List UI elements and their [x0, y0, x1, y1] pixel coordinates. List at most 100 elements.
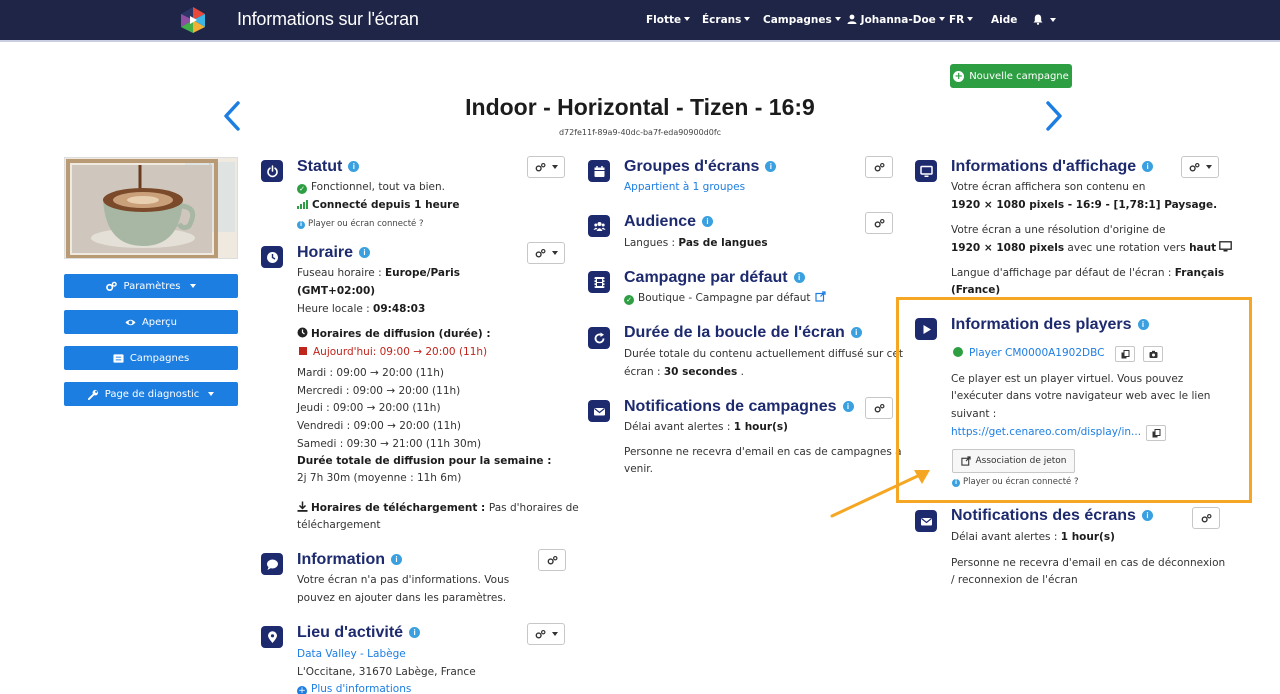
caret-down-icon — [834, 17, 841, 21]
top-navbar: Informations sur l'écran Flotte Écrans C… — [0, 0, 1280, 42]
info-icon[interactable]: i — [1141, 510, 1153, 521]
copy-player-id-button[interactable] — [1115, 346, 1135, 362]
players-text: Ce player est un player virtuel. Vous po… — [951, 373, 1184, 385]
app-title: Informations sur l'écran — [237, 9, 419, 29]
external-link-icon — [960, 456, 971, 466]
comment-icon — [261, 553, 283, 575]
info-icon: i — [297, 221, 305, 229]
film-icon — [588, 271, 610, 293]
camera-icon — [1149, 350, 1157, 358]
nav-flotte[interactable]: Flotte — [646, 14, 691, 26]
copy-url-button[interactable] — [1146, 425, 1166, 441]
statut-title: Statut i — [297, 158, 360, 176]
more-info-link[interactable]: + Plus d'informations — [297, 682, 411, 694]
page-title: Indoor - Horizontal - Tizen - 16:9 — [465, 94, 815, 120]
today-schedule: Aujourd'hui: 09:00 → 20:00 (11h) — [299, 345, 487, 359]
lieu-name-link[interactable]: Data Valley - Labège — [297, 647, 406, 661]
horaire-title: Horaire i — [297, 244, 371, 262]
players-title: Information des players i — [951, 316, 1149, 334]
info-icon[interactable]: i — [1142, 161, 1154, 172]
affichage-text: Votre écran a une résolution d'origine d… — [951, 224, 1166, 236]
nav-language[interactable]: FR — [949, 14, 974, 26]
envelope-icon — [588, 400, 610, 422]
new-campaign-button[interactable]: + Nouvelle campagne — [950, 64, 1072, 88]
boucle-title: Durée de la boucle de l'écran i — [624, 324, 862, 342]
notif-campagnes-settings-button[interactable] — [865, 397, 893, 419]
players-text: suivant : — [951, 408, 997, 420]
caret-down-icon — [1049, 18, 1056, 22]
weekly-total-value: 2j 7h 30m (moyenne : 11h 6m) — [297, 472, 462, 484]
info-icon[interactable]: i — [348, 161, 360, 172]
diagnostic-page-dropdown-button[interactable]: Page de diagnostic — [64, 382, 238, 406]
statut-status: ✓ Fonctionnel, tout va bien. — [297, 180, 445, 194]
new-campaign-label: Nouvelle campagne — [969, 70, 1069, 82]
screen-preview-thumbnail[interactable] — [64, 157, 238, 259]
notif-ecrans-delay: Délai avant alertes : 1 hour(s) — [951, 531, 1115, 543]
affichage-settings-button[interactable] — [1181, 156, 1219, 178]
external-link-icon[interactable] — [814, 291, 826, 302]
info-icon[interactable]: i — [842, 401, 854, 412]
caret-down-icon — [967, 17, 974, 21]
gears-icon — [535, 629, 545, 638]
info-icon[interactable]: i — [765, 161, 777, 172]
caret-down-icon — [551, 165, 558, 169]
play-icon — [915, 318, 937, 340]
schedule-day: Mardi : 09:00 → 20:00 (11h) — [297, 367, 444, 379]
info-icon[interactable]: i — [409, 627, 421, 638]
screenshot-button[interactable] — [1143, 346, 1163, 362]
info-icon[interactable]: i — [359, 247, 371, 258]
envelope-icon — [915, 510, 937, 532]
caret-down-icon — [1205, 165, 1212, 169]
notif-ecrans-settings-button[interactable] — [1192, 507, 1220, 529]
groupes-settings-button[interactable] — [865, 156, 893, 178]
groupes-link[interactable]: Appartient à 1 groupes — [624, 180, 745, 194]
nav-aide[interactable]: Aide — [991, 14, 1017, 26]
statut-help-link[interactable]: i Player ou écran connecté ? — [297, 219, 423, 229]
information-settings-button[interactable] — [538, 549, 566, 571]
download-icon — [297, 501, 308, 512]
statut-settings-button[interactable] — [527, 156, 565, 178]
clock-icon — [261, 246, 283, 268]
apercu-button[interactable]: Aperçu — [64, 310, 238, 334]
lieu-settings-button[interactable] — [527, 623, 565, 645]
caret-down-icon — [551, 632, 558, 636]
list-icon — [113, 353, 124, 363]
stop-square-icon — [299, 347, 307, 355]
info-icon[interactable]: i — [702, 216, 714, 227]
campagnes-button[interactable]: Campagnes — [64, 346, 238, 370]
parametres-dropdown-button[interactable]: Paramètres — [64, 274, 238, 298]
info-icon[interactable]: i — [793, 272, 805, 283]
notif-campagnes-title: Notifications de campagnes i — [624, 398, 854, 416]
parametres-label: Paramètres — [123, 280, 181, 292]
horaire-settings-button[interactable] — [527, 242, 565, 264]
gears-icon — [535, 162, 545, 171]
player-url-link[interactable]: https://get.cenareo.com/display/in... — [951, 425, 1141, 439]
default-campaign: ✓ Boutique - Campagne par défaut — [624, 291, 826, 305]
coffee-preview-image — [65, 158, 237, 258]
schedule-day: Vendredi : 09:00 → 20:00 (11h) — [297, 420, 462, 432]
gears-icon — [1189, 162, 1199, 171]
app-logo-icon[interactable] — [179, 6, 207, 34]
token-association-button[interactable]: Association de jeton — [952, 449, 1075, 473]
players-help-link[interactable]: i Player ou écran connecté ? — [952, 477, 1078, 487]
nav-ecrans[interactable]: Écrans — [702, 14, 751, 26]
nav-user-menu[interactable]: Johanna-Doe — [847, 14, 945, 26]
check-circle-icon: ✓ — [624, 295, 634, 305]
player-name-link[interactable]: Player CM0000A1902DBC — [953, 346, 1104, 360]
nav-campagnes[interactable]: Campagnes — [763, 14, 841, 26]
info-icon[interactable]: i — [1137, 319, 1149, 330]
nav-notifications[interactable] — [1033, 14, 1056, 27]
boucle-text: Durée totale du contenu actuellement dif… — [624, 348, 904, 360]
player-online-dot-icon — [953, 347, 963, 357]
timezone-offset: (GMT+02:00) — [297, 285, 376, 297]
audience-settings-button[interactable] — [865, 212, 893, 234]
caret-down-icon — [551, 251, 558, 255]
timezone: Fuseau horaire : Europe/Paris — [297, 267, 461, 279]
info-icon[interactable]: i — [850, 327, 862, 338]
campagnes-label: Campagnes — [129, 352, 190, 364]
info-icon[interactable]: i — [391, 554, 402, 565]
groupes-title: Groupes d'écrans i — [624, 158, 777, 176]
lieu-address: L'Occitane, 31670 Labège, France — [297, 666, 476, 678]
map-marker-icon — [261, 626, 283, 648]
local-time: Heure locale : 09:48:03 — [297, 303, 426, 315]
